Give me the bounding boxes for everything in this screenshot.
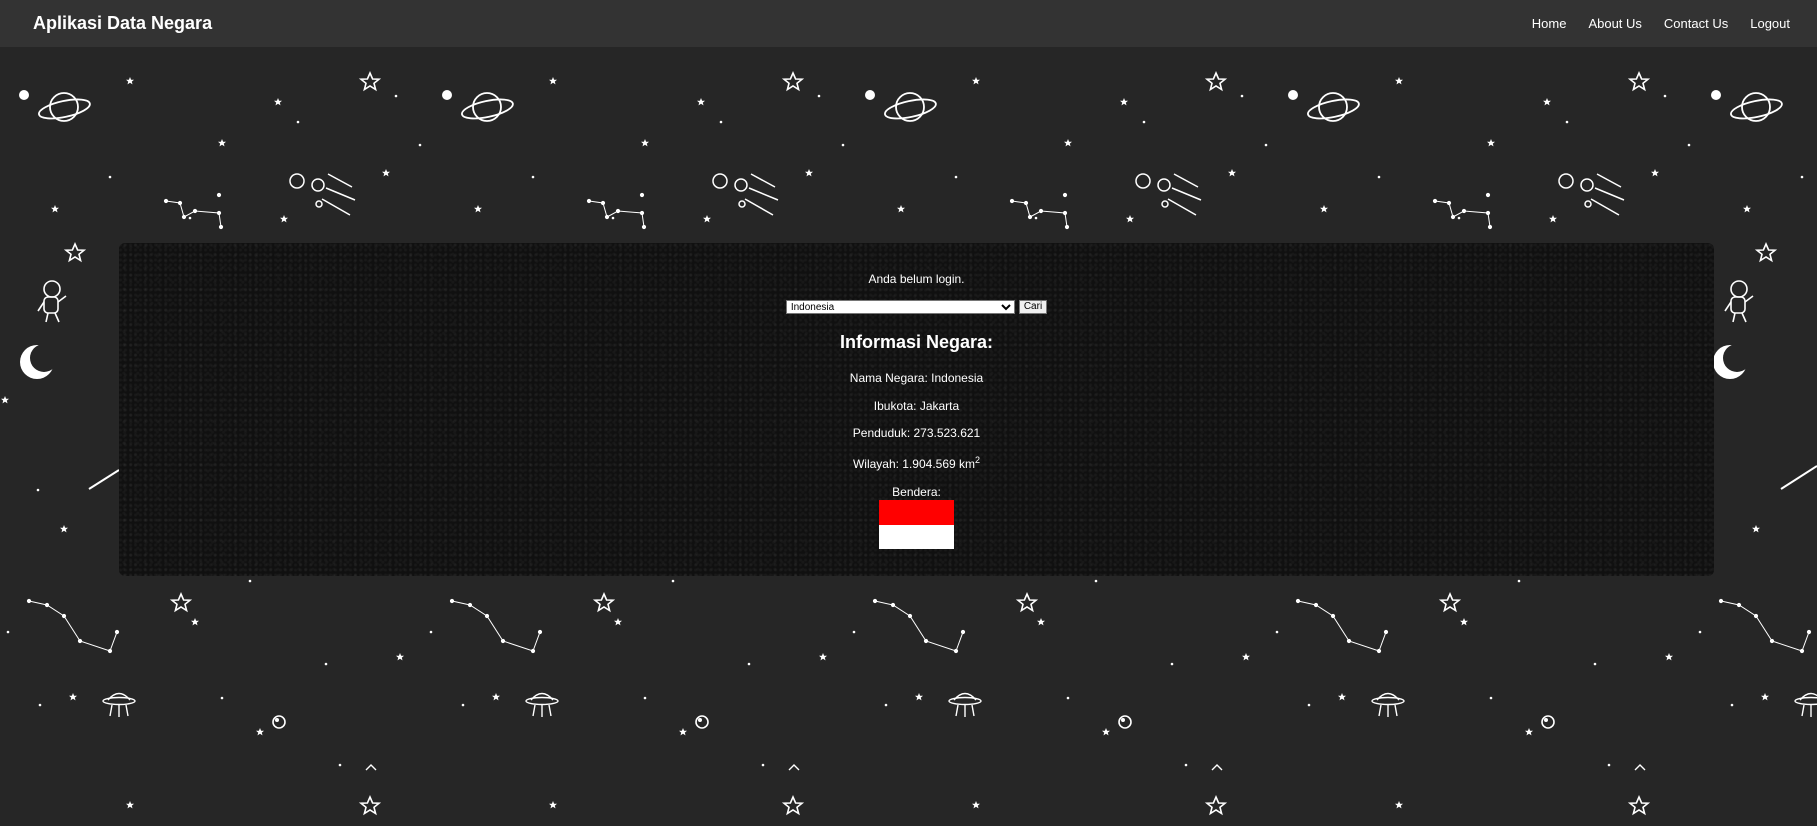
- country-name-text: Nama Negara: Indonesia: [849, 371, 984, 385]
- nav-links: Home About Us Contact Us Logout: [1532, 16, 1790, 31]
- nav-link-home[interactable]: Home: [1532, 16, 1567, 31]
- country-search-form: Indonesia Cari: [119, 300, 1714, 314]
- astronaut-icon: [37, 280, 67, 323]
- info-title: Informasi Negara:: [839, 332, 994, 352]
- nav-link-about-us[interactable]: About Us: [1588, 16, 1641, 31]
- flag-red-stripe: [879, 500, 954, 525]
- country-select[interactable]: Indonesia: [785, 300, 1015, 314]
- flag-label: Bendera:: [892, 485, 941, 499]
- search-button[interactable]: Cari: [1018, 300, 1048, 314]
- nav-link-logout[interactable]: Logout: [1750, 16, 1790, 31]
- population-text: Penduduk: 273.523.621: [852, 426, 981, 440]
- country-info-panel: Anda belum login. Indonesia Cari Informa…: [119, 243, 1714, 576]
- area-text: Wilayah: 1.904.569 km2: [119, 455, 1714, 471]
- top-navbar: Aplikasi Data Negara Home About Us Conta…: [0, 0, 1817, 47]
- app-brand-title[interactable]: Aplikasi Data Negara: [33, 13, 212, 34]
- area-value: Wilayah: 1.904.569 km: [852, 457, 976, 471]
- moon-icon: [20, 344, 58, 379]
- nav-link-contact-us[interactable]: Contact Us: [1664, 16, 1728, 31]
- login-status-text: Anda belum login.: [868, 272, 965, 286]
- area-unit-superscript: 2: [975, 455, 981, 465]
- flag-white-stripe: [879, 524, 954, 549]
- country-flag-image: [879, 500, 954, 549]
- capital-text: Ibukota: Jakarta: [873, 399, 960, 413]
